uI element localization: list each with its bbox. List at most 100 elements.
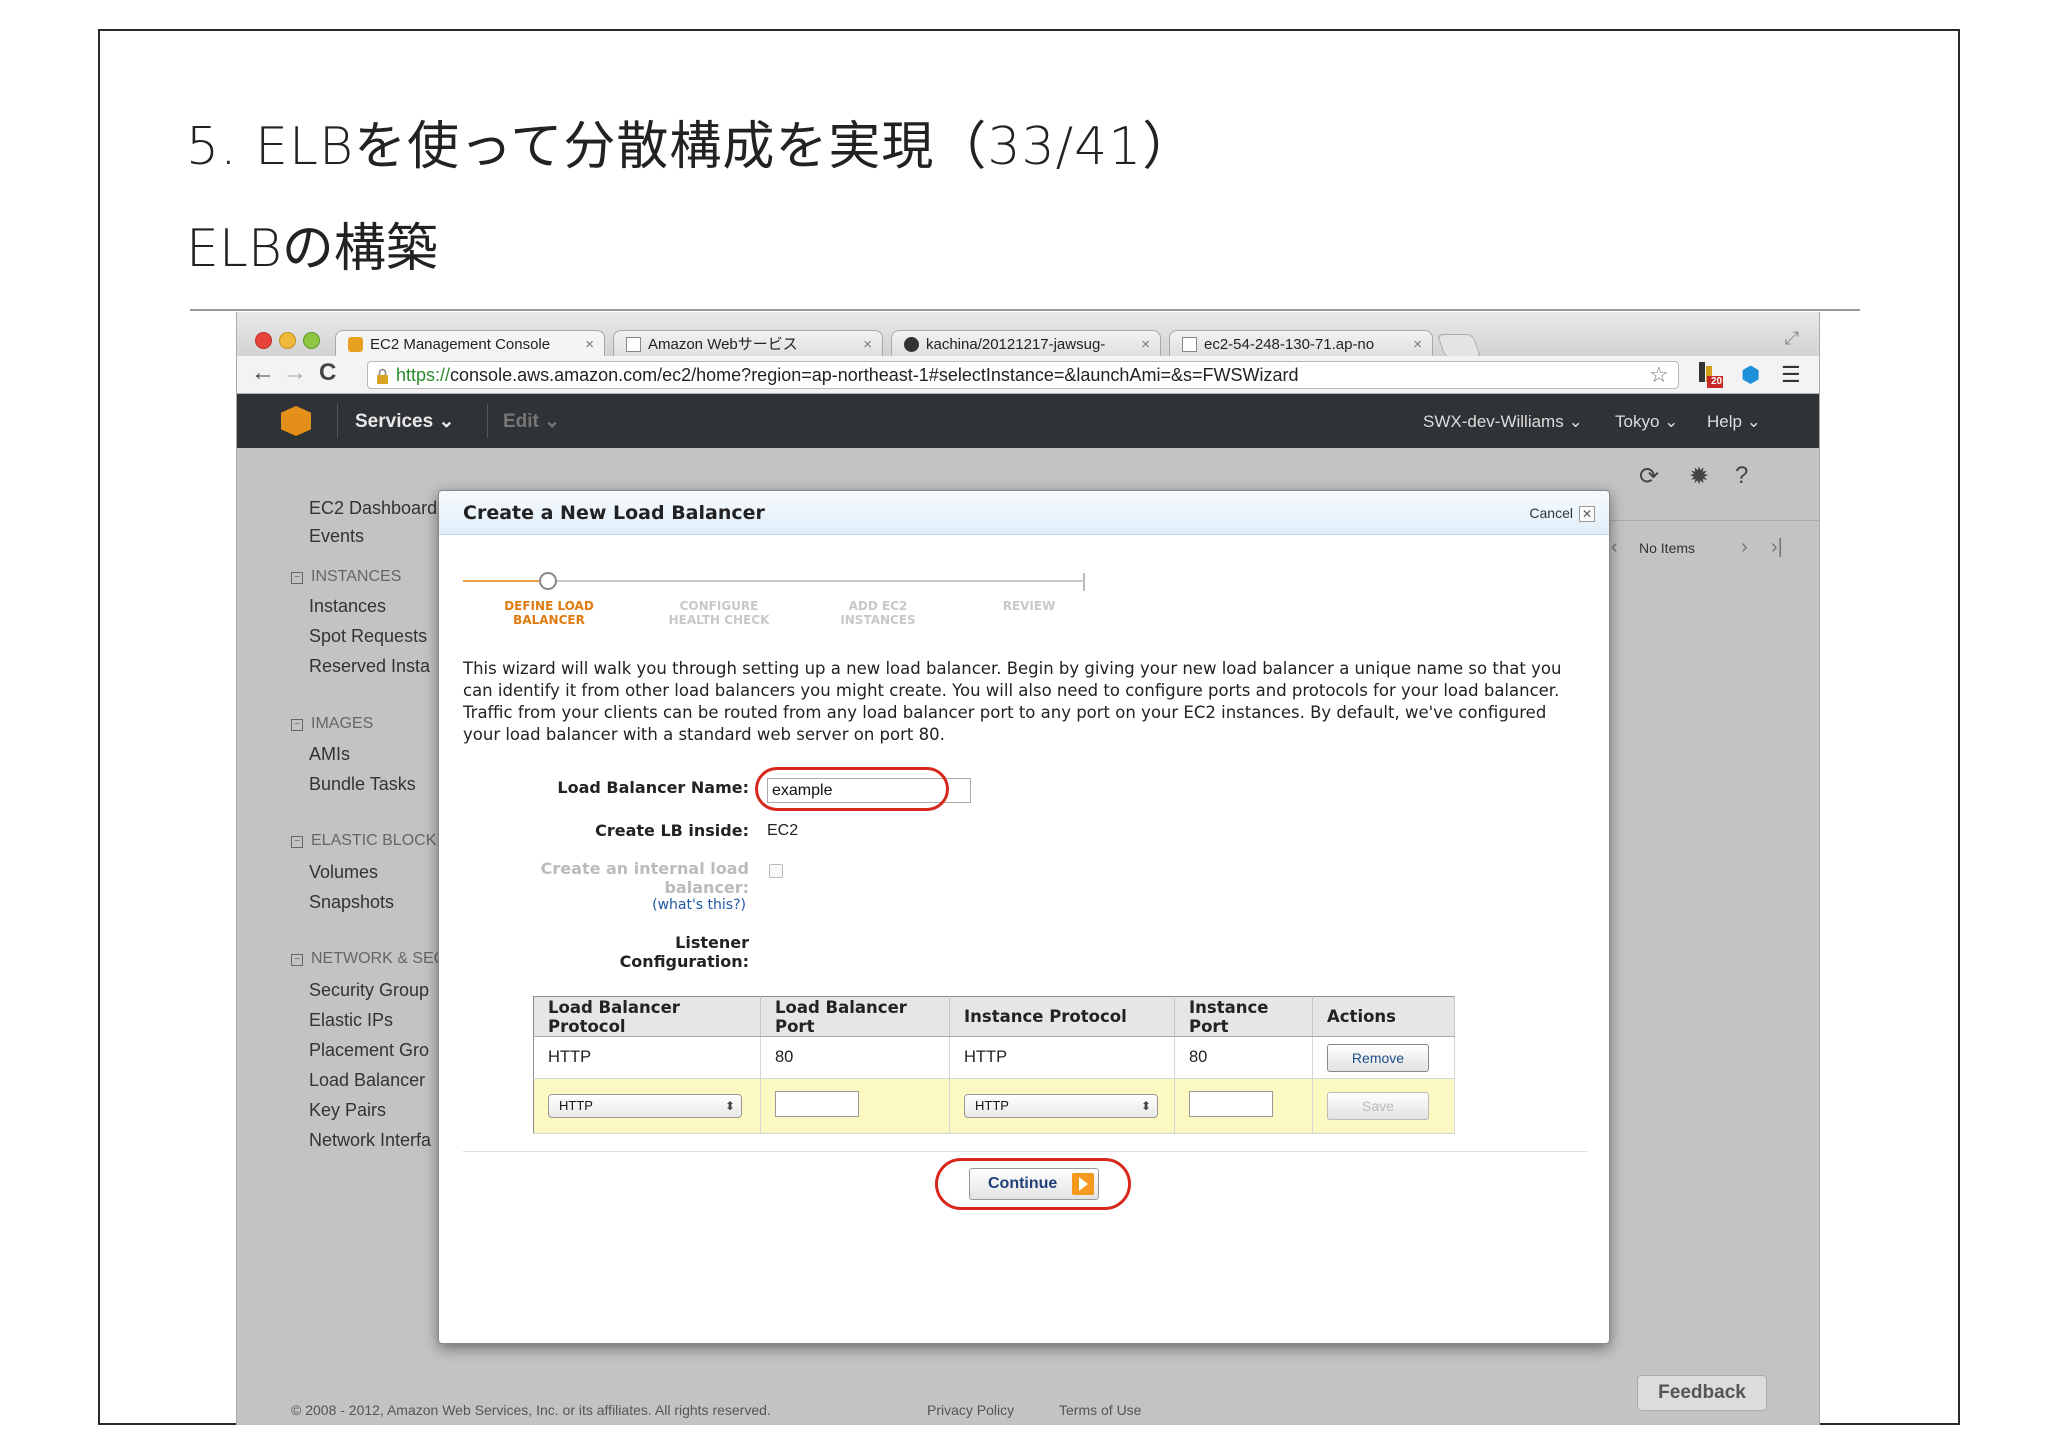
bookmark-star-icon[interactable]: ☆ [1649, 362, 1669, 388]
page-icon [1182, 337, 1197, 352]
minimize-window-button[interactable] [279, 332, 296, 349]
instance-port-input[interactable] [1189, 1090, 1273, 1117]
gear-icon[interactable]: ✹ [1689, 462, 1709, 491]
sidebar-item-load-balancers[interactable]: Load Balancer [309, 1070, 425, 1091]
close-icon[interactable]: × [863, 331, 872, 358]
step-configure-health-check: CONFIGURE HEALTH CHECK [668, 599, 770, 627]
collapse-icon: − [291, 836, 303, 848]
lb-port-input[interactable] [775, 1090, 859, 1117]
next-page-icon[interactable]: › [1741, 536, 1748, 559]
column-header: Load Balancer Port [760, 996, 950, 1037]
help-menu[interactable]: Help ⌄ [1707, 412, 1761, 432]
tab-label: kachina/20121217-jawsug- [926, 336, 1106, 353]
tab-bar: EC2 Management Console × Amazon Webサービス … [237, 312, 1819, 358]
current-step-marker [539, 572, 557, 590]
tab-label: Amazon Webサービス [648, 336, 798, 353]
zoom-window-button[interactable] [303, 332, 320, 349]
step-review: REVIEW [1002, 599, 1056, 613]
instance-protocol-select[interactable]: HTTP [964, 1094, 1158, 1118]
sidebar-header-instances[interactable]: − INSTANCES [291, 568, 401, 586]
shield-icon[interactable]: ⬢ [1741, 362, 1760, 388]
close-icon[interactable]: × [585, 331, 594, 358]
internal-lb-label: Create an internal load balancer: [540, 859, 749, 897]
save-button[interactable]: Save [1327, 1092, 1429, 1120]
collapse-icon: − [291, 954, 303, 966]
services-menu[interactable]: Services ⌄ [355, 410, 454, 433]
sidebar-item-security-groups[interactable]: Security Group [309, 980, 429, 1001]
reload-button[interactable]: C [319, 359, 336, 387]
remove-button[interactable]: Remove [1327, 1043, 1429, 1072]
url-scheme: https:// [396, 365, 451, 385]
listener-config-label: Listener Configuration: [619, 933, 749, 971]
tab-label: ec2-54-248-130-71.ap-no [1204, 336, 1375, 353]
last-page-icon[interactable]: ›| [1771, 536, 1783, 559]
highlight-ring [755, 767, 949, 811]
sidebar-item-amis[interactable]: AMIs [309, 744, 350, 765]
sidebar-item-events[interactable]: Events [309, 526, 364, 547]
sidebar-item-reserved[interactable]: Reserved Insta [309, 656, 430, 677]
step-add-ec2-instances: ADD EC2 INSTANCES [840, 599, 916, 627]
sidebar-item-volumes[interactable]: Volumes [309, 862, 378, 883]
menu-icon[interactable]: ☰ [1781, 362, 1801, 388]
sidebar-item-network-interfaces[interactable]: Network Interfa [309, 1130, 431, 1151]
tab-amazon-web[interactable]: Amazon Webサービス × [613, 330, 883, 358]
sidebar-item-bundle-tasks[interactable]: Bundle Tasks [309, 774, 416, 795]
sidebar-item-snapshots[interactable]: Snapshots [309, 892, 394, 913]
badge-count: 20 [1711, 376, 1723, 387]
feedback-button[interactable]: Feedback [1637, 1375, 1767, 1411]
slide-divider [190, 309, 1860, 311]
sidebar-item-elastic-ips[interactable]: Elastic IPs [309, 1010, 393, 1031]
internal-lb-checkbox[interactable] [769, 864, 783, 878]
column-header: Load Balancer Protocol [533, 996, 761, 1037]
github-icon [904, 337, 919, 352]
sidebar-item-placement-groups[interactable]: Placement Gro [309, 1040, 429, 1061]
forward-button[interactable]: → [283, 359, 307, 387]
terms-of-use-link[interactable]: Terms of Use [1059, 1402, 1141, 1418]
sidebar-item-key-pairs[interactable]: Key Pairs [309, 1100, 386, 1121]
aws-cube-icon [348, 337, 363, 352]
pager-text: No Items [1639, 540, 1696, 556]
aws-cube-icon[interactable] [281, 406, 311, 436]
column-header: Actions [1312, 996, 1455, 1037]
create-load-balancer-dialog: Create a New Load Balancer Cancel ✕ DEFIN… [438, 490, 1610, 1344]
wizard-progress-rest [549, 580, 1085, 582]
close-icon[interactable]: × [1141, 331, 1150, 358]
tab-github[interactable]: kachina/20121217-jawsug- × [891, 330, 1161, 358]
instance-protocol-cell: HTTP [949, 1036, 1175, 1079]
new-tab-button[interactable] [1436, 334, 1482, 358]
wizard-intro: This wizard will walk you through settin… [463, 659, 1562, 744]
sidebar-item-spot-requests[interactable]: Spot Requests [309, 626, 427, 647]
previous-page-icon[interactable]: ‹ [1611, 536, 1618, 559]
page-icon [626, 337, 641, 352]
sidebar-header-network[interactable]: − NETWORK & SEC [291, 950, 445, 968]
edit-menu[interactable]: Edit ⌄ [503, 410, 560, 433]
sidebar-item-instances[interactable]: Instances [309, 596, 386, 617]
sidebar-header-ebs[interactable]: − ELASTIC BLOCK [291, 832, 436, 850]
sidebar-header-images[interactable]: − IMAGES [291, 715, 373, 733]
tab-ec2-host[interactable]: ec2-54-248-130-71.ap-no × [1169, 330, 1433, 358]
cancel-button[interactable]: Cancel ✕ [1529, 505, 1595, 522]
collapse-icon: − [291, 719, 303, 731]
help-icon[interactable]: ? [1735, 462, 1748, 490]
back-button[interactable]: ← [251, 359, 275, 387]
refresh-icon[interactable]: ⟳ [1639, 462, 1659, 491]
sidebar-item-dashboard[interactable]: EC2 Dashboard [309, 498, 437, 519]
close-window-button[interactable] [255, 332, 272, 349]
region-menu[interactable]: Tokyo ⌄ [1615, 412, 1678, 432]
tab-label: EC2 Management Console [370, 336, 551, 353]
highlight-ring [935, 1158, 1131, 1210]
aws-top-nav: Services ⌄ Edit ⌄ SWX-dev-Williams ⌄ Tok… [237, 394, 1819, 448]
whats-this-link[interactable]: (what's this?) [646, 897, 746, 913]
close-icon[interactable]: ✕ [1579, 506, 1595, 522]
column-header: Instance Port [1174, 996, 1313, 1037]
slide-title: 5. ELBを使って分散構成を実現（33/41） [186, 117, 1196, 177]
lb-protocol-select[interactable]: HTTP [548, 1094, 742, 1118]
slide-subtitle: ELBの構築 [186, 219, 438, 279]
fullscreen-icon[interactable]: ⤢ [1785, 328, 1799, 349]
create-inside-value: EC2 [767, 822, 799, 839]
address-bar[interactable]: https://console.aws.amazon.com/ec2/home?… [367, 361, 1679, 389]
privacy-policy-link[interactable]: Privacy Policy [927, 1402, 1014, 1418]
account-menu[interactable]: SWX-dev-Williams ⌄ [1423, 412, 1583, 432]
close-icon[interactable]: × [1413, 331, 1422, 358]
tab-ec2-console[interactable]: EC2 Management Console × [335, 330, 605, 358]
